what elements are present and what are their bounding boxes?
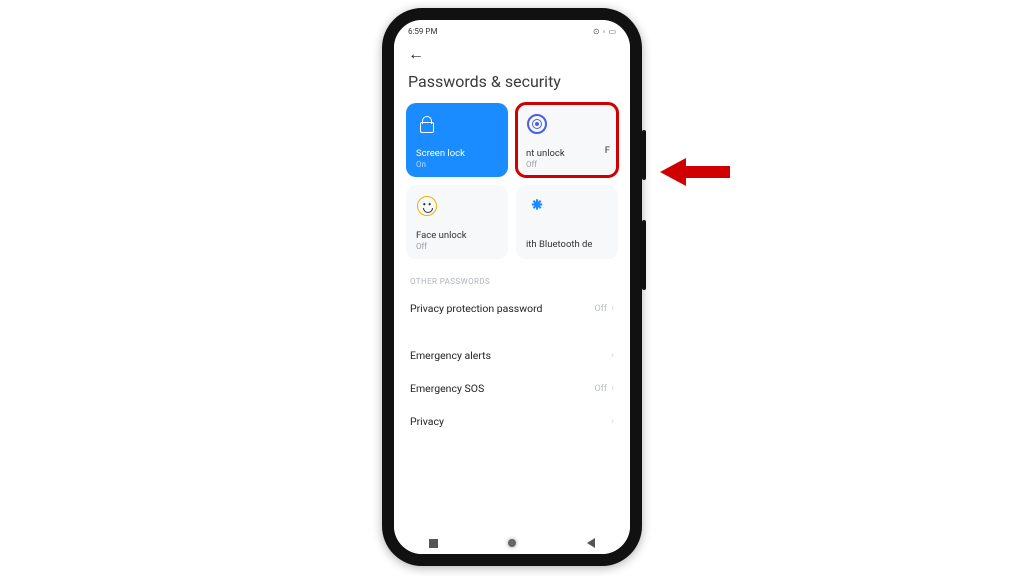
- chevron-right-icon: ›: [611, 383, 614, 394]
- item-label: Emergency SOS: [410, 382, 484, 395]
- item-emergency-sos[interactable]: Emergency SOS Off ›: [394, 372, 630, 405]
- card-fingerprint-unlock[interactable]: nt unlock F Off: [516, 103, 618, 177]
- card-bluetooth-unlock[interactable]: ⁕ ith Bluetooth de: [516, 185, 618, 259]
- item-right: Off ›: [595, 303, 614, 314]
- annotation-arrow: [660, 158, 730, 186]
- item-right: ›: [607, 350, 614, 361]
- card-label: nt unlock F: [526, 149, 608, 160]
- screen: 6:59 PM ⊙ ◦ ▭ ← Passwords & security Scr…: [394, 20, 630, 554]
- item-emergency-alerts[interactable]: Emergency alerts ›: [394, 339, 630, 372]
- face-icon: [416, 195, 438, 217]
- chevron-right-icon: ›: [611, 350, 614, 361]
- arrow-shaft: [686, 166, 730, 178]
- android-navbar: [394, 530, 630, 554]
- item-right: Off ›: [595, 383, 614, 394]
- item-status: Off: [595, 304, 607, 314]
- item-label: Emergency alerts: [410, 349, 491, 362]
- card-status: Off: [526, 160, 608, 169]
- arrow-head-icon: [660, 158, 686, 186]
- status-right: ⊙ ◦ ▭: [593, 27, 616, 36]
- card-label: Screen lock: [416, 149, 498, 160]
- nav-home-button[interactable]: [508, 539, 516, 547]
- item-label: Privacy: [410, 415, 444, 428]
- security-cards: Screen lock On nt unlock F Off Face unlo: [394, 103, 630, 259]
- battery-icon: ▭: [608, 27, 616, 36]
- wifi-icon: ◦: [603, 27, 606, 36]
- item-privacy[interactable]: Privacy ›: [394, 405, 630, 438]
- section-other-passwords: OTHER PASSWORDS: [394, 259, 630, 292]
- chevron-right-icon: ›: [611, 416, 614, 427]
- card-label: ith Bluetooth de: [526, 240, 608, 251]
- lock-icon: [416, 113, 438, 135]
- alarm-icon: ⊙: [593, 27, 600, 36]
- item-status: Off: [595, 384, 607, 394]
- nav-back-button[interactable]: [587, 538, 595, 548]
- card-screen-lock[interactable]: Screen lock On: [406, 103, 508, 177]
- status-time: 6:59 PM: [408, 27, 437, 36]
- item-privacy-protection-password[interactable]: Privacy protection password Off ›: [394, 292, 630, 325]
- card-face-unlock[interactable]: Face unlock Off: [406, 185, 508, 259]
- back-button[interactable]: ←: [408, 44, 424, 63]
- card-status: Off: [416, 242, 498, 251]
- bluetooth-icon: ⁕: [526, 195, 548, 217]
- status-bar: 6:59 PM ⊙ ◦ ▭: [394, 20, 630, 38]
- spacer: [394, 325, 630, 339]
- card-label: Face unlock: [416, 231, 498, 242]
- page-title: Passwords & security: [394, 66, 630, 103]
- nav-recent-button[interactable]: [429, 539, 438, 548]
- card-status: On: [416, 160, 498, 169]
- phone-frame: 6:59 PM ⊙ ◦ ▭ ← Passwords & security Scr…: [382, 8, 642, 566]
- item-right: ›: [607, 416, 614, 427]
- fingerprint-icon: [526, 113, 548, 135]
- chevron-right-icon: ›: [611, 303, 614, 314]
- item-label: Privacy protection password: [410, 302, 542, 315]
